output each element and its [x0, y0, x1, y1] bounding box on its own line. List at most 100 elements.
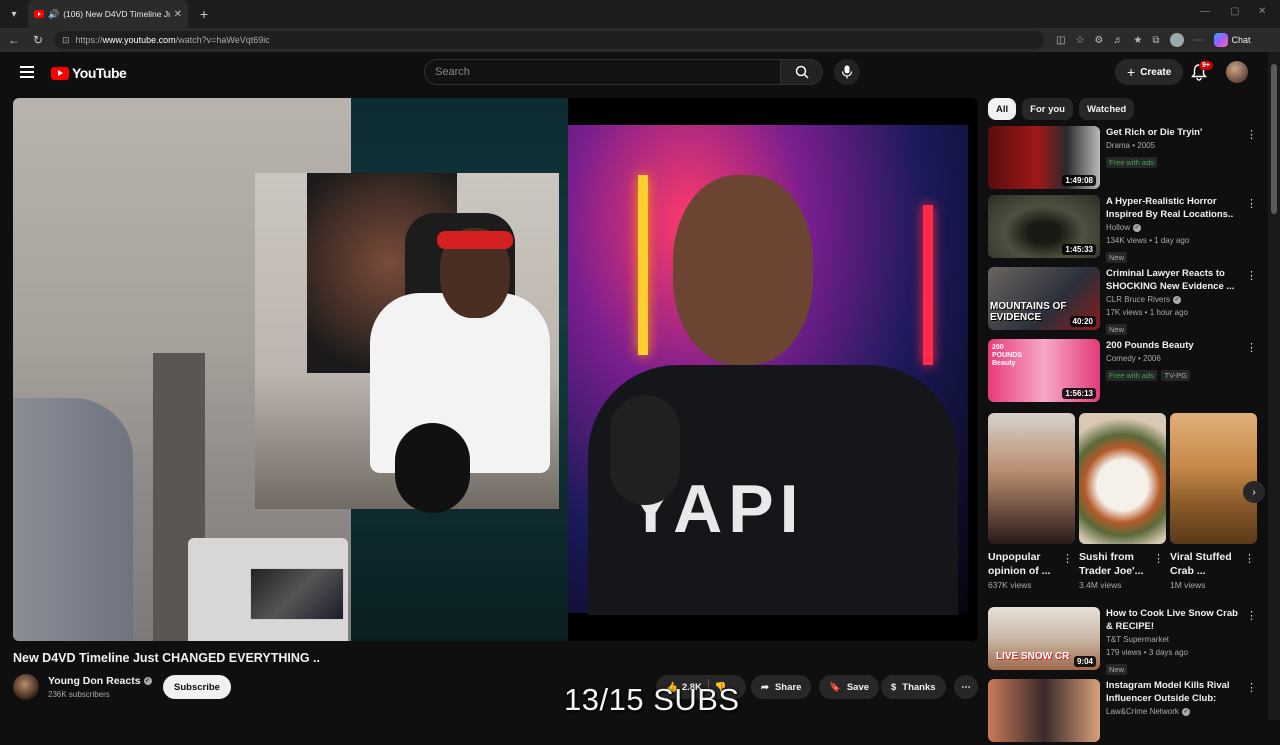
short-thumbnail[interactable]	[1079, 413, 1166, 544]
rec-title[interactable]: Get Rich or Die Tryin'	[1106, 126, 1241, 139]
save-label: Save	[846, 681, 870, 693]
subscribe-button[interactable]: Subscribe	[163, 675, 231, 699]
voice-search-button[interactable]	[834, 59, 860, 85]
recommendation-item[interactable]: MOUNTAINS OF EVIDENCE 40:20 Criminal Law…	[988, 267, 1260, 335]
tab-list-chevron-icon[interactable]: ▾	[3, 3, 25, 25]
maximize-icon[interactable]: ▢	[1230, 6, 1239, 17]
rec-menu-icon[interactable]: ⋮	[1246, 269, 1257, 282]
account-avatar[interactable]	[1226, 61, 1248, 83]
verified-check-icon: ✓	[1133, 223, 1142, 232]
rec-thumbnail[interactable]: 1:45:33	[988, 195, 1100, 258]
microphone-icon	[841, 65, 853, 79]
rec-title[interactable]: 200 Pounds Beauty	[1106, 339, 1241, 352]
thanks-button[interactable]: $ Thanks	[881, 675, 946, 699]
collections-icon[interactable]: ♬	[1113, 35, 1123, 46]
chat-label: Chat	[1231, 35, 1251, 45]
rec-menu-icon[interactable]: ⋮	[1246, 197, 1257, 210]
split-screen-icon[interactable]: ◫	[1056, 35, 1065, 46]
copilot-icon	[1213, 33, 1228, 47]
rec-thumbnail[interactable]: 200 POUNDS Beauty 1:56:13	[988, 339, 1100, 402]
verified-check-icon: ✓	[1181, 707, 1190, 716]
extensions-icon[interactable]: ⚙	[1094, 35, 1103, 46]
url-text: https://www.youtube.com/watch?v=haWeVqt6…	[75, 35, 270, 45]
rec-thumbnail[interactable]: MOUNTAINS OF EVIDENCE 40:20	[988, 267, 1100, 330]
recommendation-item[interactable]: LIVE SNOW CR 9:04 How to Cook Live Snow …	[988, 607, 1260, 675]
rec-free-badge: Free with ads	[1106, 157, 1158, 168]
browser-menu-icon[interactable]: ⋯	[1194, 35, 1204, 46]
rec-thumb-caption: MOUNTAINS OF EVIDENCE	[990, 301, 1067, 323]
recommendation-item[interactable]: 1:45:33 A Hyper-Realistic Horror Inspire…	[988, 195, 1260, 263]
create-button[interactable]: + Create	[1115, 59, 1184, 85]
window-close-icon[interactable]: ✕	[1258, 6, 1266, 17]
channel-avatar[interactable]	[13, 674, 39, 700]
favorites-icon[interactable]: ★	[1133, 35, 1142, 46]
rec-duration: 9:04	[1073, 656, 1096, 667]
short-item[interactable]: Sushi from Trader Joe'... 3.4M views ⋮	[1079, 413, 1166, 590]
rec-menu-icon[interactable]: ⋮	[1246, 128, 1257, 141]
rec-menu-icon[interactable]: ⋮	[1246, 609, 1257, 622]
favorite-star-icon[interactable]: ☆	[1075, 35, 1084, 46]
more-actions-button[interactable]: ⋯	[954, 675, 978, 699]
search-bar	[424, 59, 823, 85]
video-microphone	[395, 423, 470, 513]
short-menu-icon[interactable]: ⋮	[1062, 552, 1073, 565]
url-field[interactable]: ⊡ https://www.youtube.com/watch?v=haWeVq…	[54, 31, 1044, 49]
hamburger-menu-icon[interactable]	[20, 66, 34, 81]
rec-duration: 1:49:08	[1062, 175, 1096, 186]
rec-menu-icon[interactable]: ⋮	[1246, 341, 1257, 354]
search-button[interactable]	[781, 59, 823, 85]
short-menu-icon[interactable]: ⋮	[1244, 552, 1255, 565]
speaker-icon[interactable]: 🔊	[48, 9, 59, 20]
rec-channel-name: T&T Supermarket	[1106, 635, 1169, 644]
short-views: 3.4M views	[1079, 580, 1122, 590]
video-speaker-frame: YAPI	[568, 125, 968, 615]
save-button[interactable]: 🔖 Save	[819, 675, 880, 699]
rec-thumbnail[interactable]	[988, 679, 1100, 742]
rec-duration: 40:20	[1069, 316, 1096, 327]
rec-channel-name: Law&Crime Network	[1106, 707, 1179, 716]
rec-title[interactable]: How to Cook Live Snow Crab & RECIPE!	[1106, 607, 1241, 633]
browser-profile-avatar[interactable]	[1169, 33, 1184, 47]
video-player[interactable]: YAPI	[13, 98, 978, 641]
rec-title[interactable]: Instagram Model Kills Rival Influencer O…	[1106, 679, 1241, 705]
short-title[interactable]: Unpopular opinion of ...	[988, 550, 1056, 578]
super-thanks-icon: $	[891, 681, 897, 693]
rec-thumbnail[interactable]: 1:49:08	[988, 126, 1100, 189]
new-tab-plus-icon[interactable]: +	[194, 6, 214, 22]
channel-name[interactable]: Young Don Reacts ✓	[48, 675, 152, 687]
reload-icon[interactable]: ↻	[28, 33, 48, 47]
copilot-sidebar-icon[interactable]: ⧉	[1152, 35, 1159, 46]
recommendation-item[interactable]: Instagram Model Kills Rival Influencer O…	[988, 679, 1260, 745]
rec-title[interactable]: A Hyper-Realistic Horror Inspired By Rea…	[1106, 195, 1241, 221]
search-input[interactable]	[424, 59, 781, 85]
rec-thumbnail[interactable]: LIVE SNOW CR 9:04	[988, 607, 1100, 670]
short-thumbnail[interactable]	[1170, 413, 1257, 544]
short-menu-icon[interactable]: ⋮	[1153, 552, 1164, 565]
chip-for-you[interactable]: For you	[1022, 98, 1073, 120]
short-title[interactable]: Sushi from Trader Joe'...	[1079, 550, 1147, 578]
recommendation-item[interactable]: 1:49:08 Get Rich or Die Tryin' Drama • 2…	[988, 126, 1260, 192]
short-views: 1M views	[1170, 580, 1206, 590]
short-thumbnail[interactable]	[988, 413, 1075, 544]
sidebar-filter-chips: All For you Watched	[988, 98, 1135, 120]
back-arrow-icon[interactable]: ←	[4, 33, 24, 47]
youtube-logo[interactable]: YouTube	[51, 65, 127, 81]
scrollbar-thumb[interactable]	[1271, 64, 1277, 214]
notification-count-badge: 9+	[1199, 61, 1213, 70]
minimize-icon[interactable]: —	[1200, 6, 1210, 17]
shorts-next-chevron-icon[interactable]: ›	[1243, 481, 1265, 503]
share-button[interactable]: ➦ Share	[751, 675, 812, 699]
recommendation-item[interactable]: 200 POUNDS Beauty 1:56:13 200 Pounds Bea…	[988, 339, 1260, 405]
short-title[interactable]: Viral Stuffed Crab ...	[1170, 550, 1238, 578]
short-item[interactable]: Unpopular opinion of ... 637K views ⋮	[988, 413, 1075, 590]
chat-button[interactable]: Chat	[1213, 33, 1251, 47]
short-item[interactable]: Viral Stuffed Crab ... 1M views ⋮	[1170, 413, 1257, 590]
video-headband	[437, 231, 513, 249]
tab-close-icon[interactable]: ✕	[174, 9, 182, 20]
rec-menu-icon[interactable]: ⋮	[1246, 681, 1257, 694]
rec-title[interactable]: Criminal Lawyer Reacts to SHOCKING New E…	[1106, 267, 1241, 293]
site-info-icon[interactable]: ⊡	[62, 35, 70, 46]
browser-tab-active[interactable]: 🔊 (106) New D4VD Timeline Just CHANGED E…	[28, 0, 188, 28]
chip-watched[interactable]: Watched	[1078, 98, 1135, 120]
chip-all[interactable]: All	[988, 98, 1017, 120]
